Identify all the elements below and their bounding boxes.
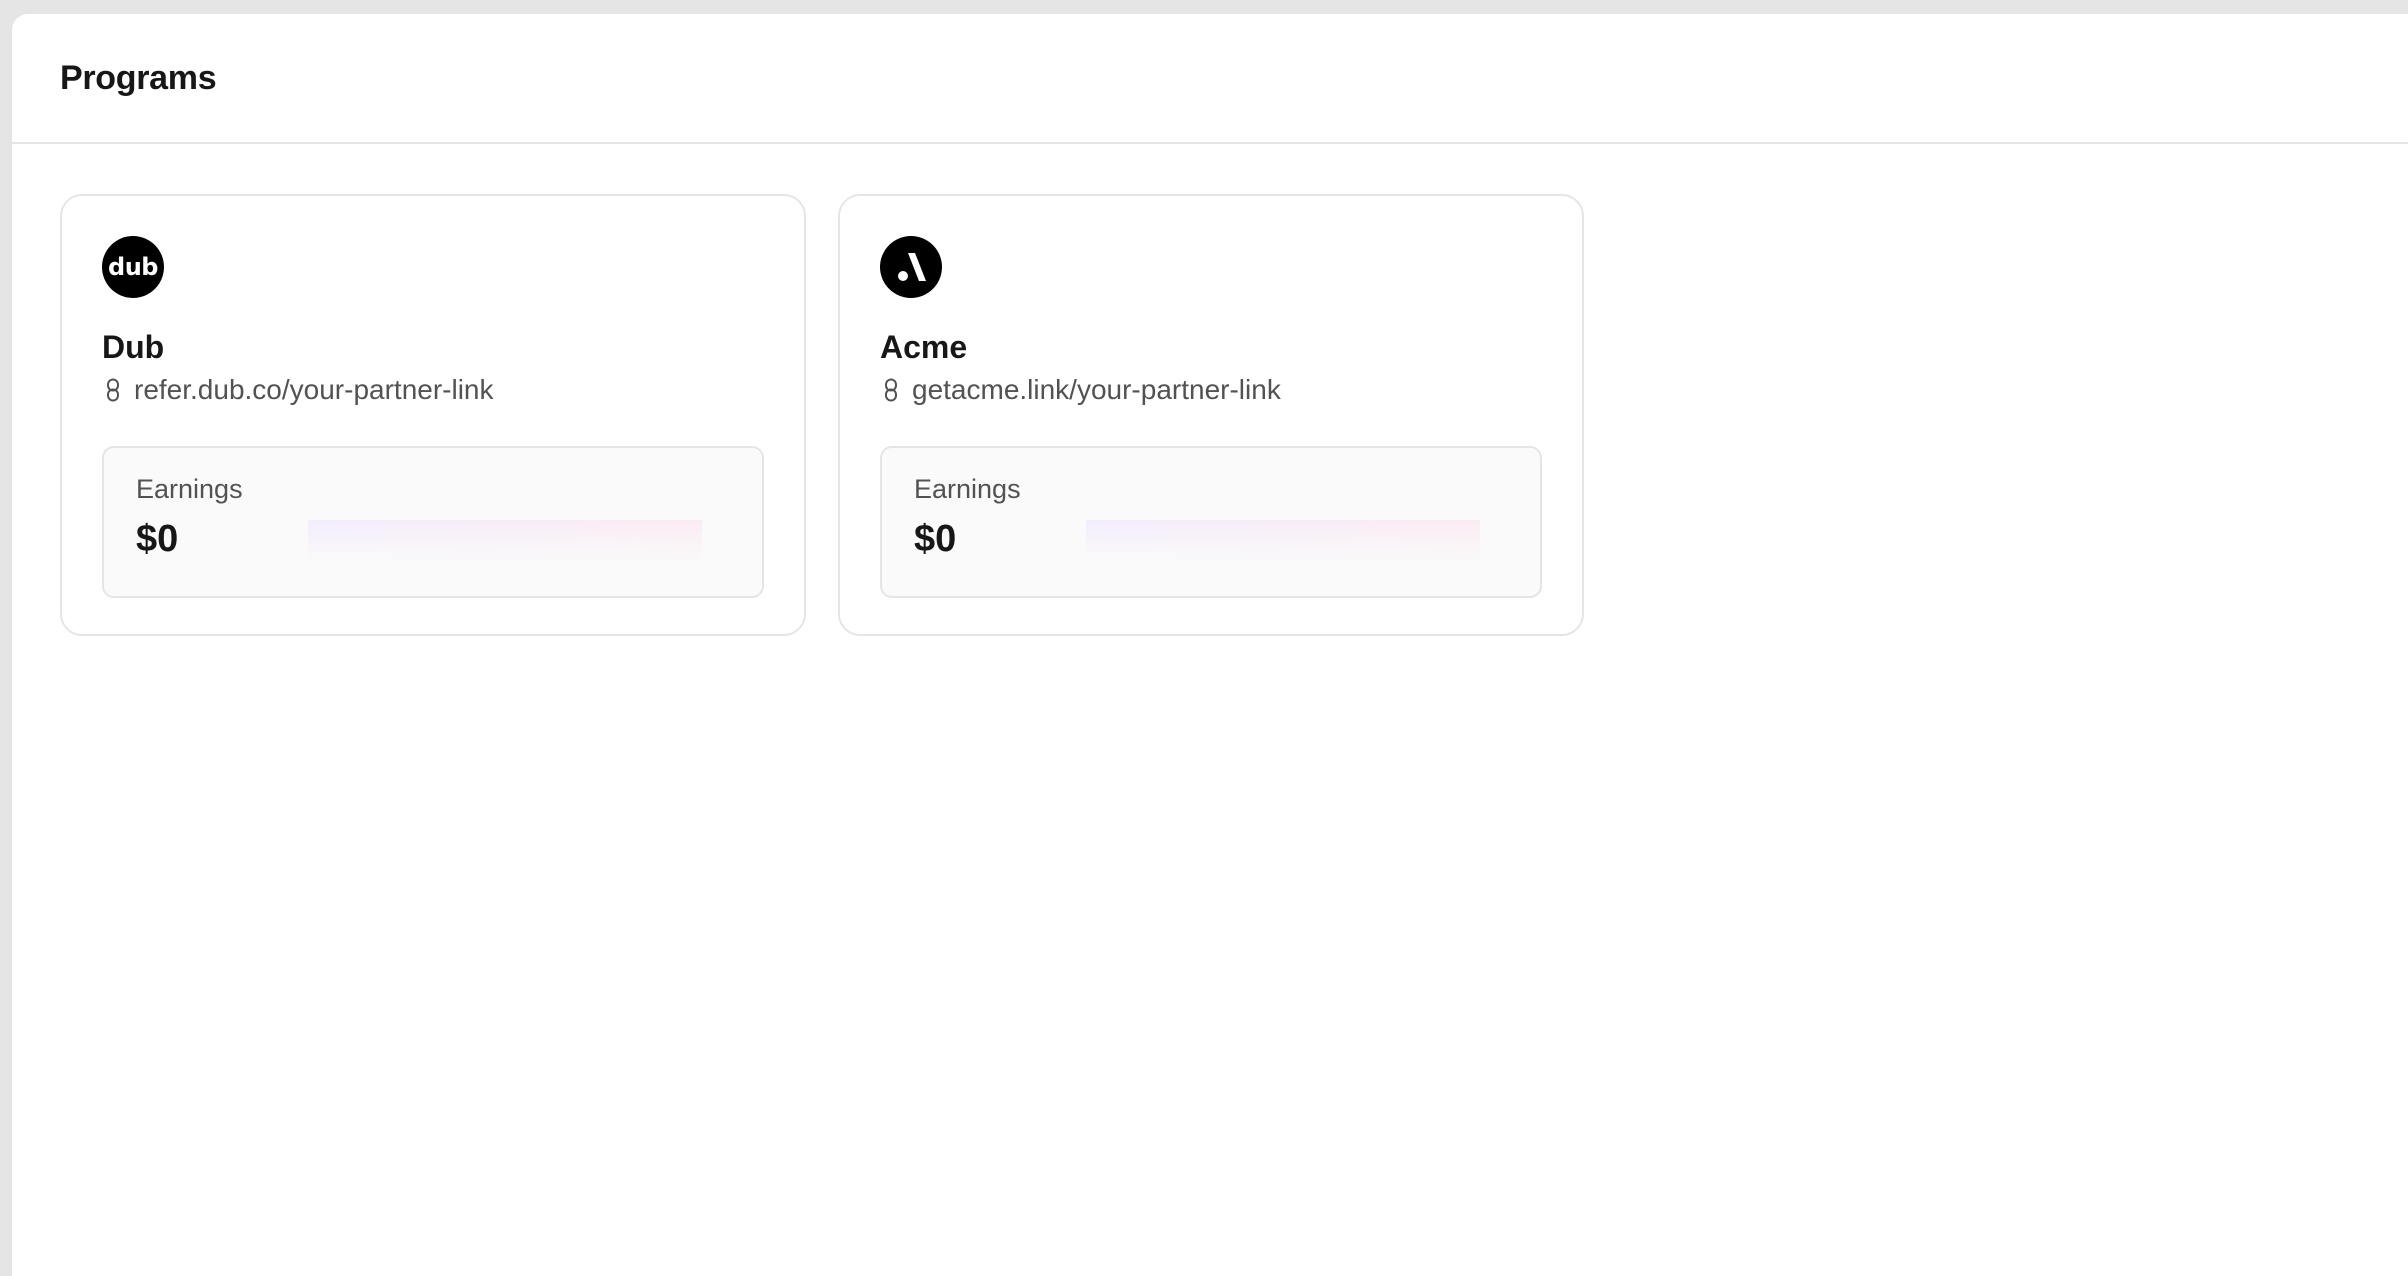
program-card-dub[interactable]: dub Dub refer.dub.co/your-partner-link E…	[60, 194, 806, 636]
program-name: Dub	[102, 329, 165, 365]
page-title: Programs	[60, 58, 217, 97]
earnings-value: $0	[914, 518, 957, 560]
link-icon	[880, 376, 902, 404]
earnings-value: $0	[136, 518, 179, 560]
program-card-acme[interactable]: Acme getacme.link/your-partner-link Earn…	[838, 194, 1584, 636]
earnings-panel: Earnings $0	[880, 446, 1542, 598]
partner-link-text: refer.dub.co/your-partner-link	[134, 374, 494, 405]
partner-link[interactable]: refer.dub.co/your-partner-link	[102, 372, 764, 408]
partner-link-text: getacme.link/your-partner-link	[912, 374, 1281, 405]
page-header: Programs	[12, 14, 2408, 144]
dub-logo-text: dub	[108, 253, 158, 281]
earnings-label: Earnings	[914, 474, 1021, 504]
programs-grid: dub Dub refer.dub.co/your-partner-link E…	[60, 194, 1584, 636]
earnings-panel: Earnings $0	[102, 446, 764, 598]
link-icon	[102, 376, 124, 404]
earnings-sparkline	[1086, 518, 1480, 562]
partner-link[interactable]: getacme.link/your-partner-link	[880, 372, 1542, 408]
program-name: Acme	[880, 329, 968, 365]
acme-logo	[880, 236, 942, 298]
earnings-label: Earnings	[136, 474, 243, 504]
dub-logo: dub	[102, 236, 164, 298]
main-panel: Programs dub Dub refer.dub.co/your-partn…	[12, 14, 2408, 1276]
earnings-sparkline	[308, 518, 702, 562]
acme-logo-mark	[898, 253, 926, 281]
